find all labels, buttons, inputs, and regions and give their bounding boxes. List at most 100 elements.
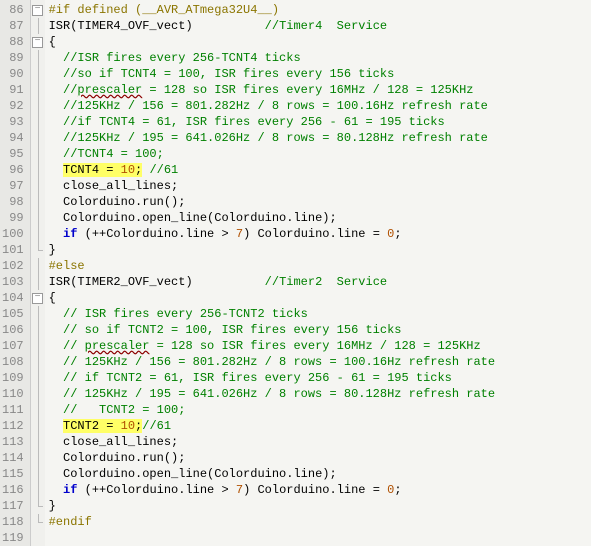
code-line[interactable]: // so if TCNT2 = 100, ISR fires every 15… <box>49 322 587 338</box>
line-number: 102 <box>2 258 24 274</box>
code-line[interactable]: // TCNT2 = 100; <box>49 402 587 418</box>
fold-guide <box>31 498 45 514</box>
fold-guide <box>31 466 45 482</box>
code-line[interactable]: //125KHz / 156 = 801.282Hz / 8 rows = 10… <box>49 98 587 114</box>
line-number-gutter: 8687888990919293949596979899100101102103… <box>0 0 31 546</box>
code-line[interactable]: Colorduino.open_line(Colorduino.line); <box>49 466 587 482</box>
line-number: 90 <box>2 66 24 82</box>
fold-guide <box>31 338 45 354</box>
line-number: 86 <box>2 2 24 18</box>
code-editor: 8687888990919293949596979899100101102103… <box>0 0 591 546</box>
code-line[interactable]: Colorduino.open_line(Colorduino.line); <box>49 210 587 226</box>
fold-guide <box>31 210 45 226</box>
line-number: 91 <box>2 82 24 98</box>
line-number: 97 <box>2 178 24 194</box>
fold-guide <box>31 162 45 178</box>
line-number: 105 <box>2 306 24 322</box>
code-line[interactable]: #else <box>49 258 587 274</box>
line-number: 112 <box>2 418 24 434</box>
fold-guide <box>31 402 45 418</box>
line-number: 106 <box>2 322 24 338</box>
code-line[interactable]: { <box>49 290 587 306</box>
line-number: 100 <box>2 226 24 242</box>
line-number: 108 <box>2 354 24 370</box>
line-number: 95 <box>2 146 24 162</box>
code-line[interactable]: close_all_lines; <box>49 434 587 450</box>
line-number: 88 <box>2 34 24 50</box>
line-number: 116 <box>2 482 24 498</box>
code-line[interactable]: #endif <box>49 514 587 530</box>
line-number: 113 <box>2 434 24 450</box>
fold-guide <box>31 482 45 498</box>
fold-guide <box>31 114 45 130</box>
line-number: 115 <box>2 466 24 482</box>
fold-guide <box>31 226 45 242</box>
line-number: 119 <box>2 530 24 546</box>
fold-guide <box>31 50 45 66</box>
fold-guide <box>31 130 45 146</box>
fold-guide <box>31 242 45 258</box>
fold-guide <box>31 306 45 322</box>
fold-guide <box>31 450 45 466</box>
fold-guide <box>31 98 45 114</box>
code-line[interactable]: //ISR fires every 256-TCNT4 ticks <box>49 50 587 66</box>
code-line[interactable]: //so if TCNT4 = 100, ISR fires every 156… <box>49 66 587 82</box>
code-line[interactable]: // 125KHz / 195 = 641.026Hz / 8 rows = 8… <box>49 386 587 402</box>
code-line[interactable]: Colorduino.run(); <box>49 194 587 210</box>
line-number: 110 <box>2 386 24 402</box>
code-area[interactable]: #if defined (__AVR_ATmega32U4__)ISR(TIME… <box>45 0 591 546</box>
fold-column[interactable] <box>31 0 45 546</box>
line-number: 111 <box>2 402 24 418</box>
code-line[interactable]: if (++Colorduino.line > 7) Colorduino.li… <box>49 482 587 498</box>
fold-guide <box>31 274 45 290</box>
code-line[interactable]: // if TCNT2 = 61, ISR fires every 256 - … <box>49 370 587 386</box>
fold-toggle-icon[interactable] <box>31 2 45 18</box>
fold-guide <box>31 370 45 386</box>
code-line[interactable]: } <box>49 242 587 258</box>
fold-guide <box>31 178 45 194</box>
line-number: 118 <box>2 514 24 530</box>
fold-toggle-icon[interactable] <box>31 290 45 306</box>
line-number: 104 <box>2 290 24 306</box>
fold-guide <box>31 258 45 274</box>
fold-guide <box>31 354 45 370</box>
code-line[interactable]: //TCNT4 = 100; <box>49 146 587 162</box>
line-number: 103 <box>2 274 24 290</box>
code-line[interactable]: close_all_lines; <box>49 178 587 194</box>
code-line[interactable]: } <box>49 498 587 514</box>
fold-guide <box>31 514 45 530</box>
code-line[interactable]: { <box>49 34 587 50</box>
line-number: 117 <box>2 498 24 514</box>
fold-guide <box>31 434 45 450</box>
code-line[interactable]: TCNT4 = 10; //61 <box>49 162 587 178</box>
line-number: 109 <box>2 370 24 386</box>
line-number: 92 <box>2 98 24 114</box>
line-number: 94 <box>2 130 24 146</box>
code-line[interactable]: #if defined (__AVR_ATmega32U4__) <box>49 2 587 18</box>
fold-toggle-icon[interactable] <box>31 34 45 50</box>
line-number: 99 <box>2 210 24 226</box>
code-line[interactable]: // 125KHz / 156 = 801.282Hz / 8 rows = 1… <box>49 354 587 370</box>
fold-guide <box>31 386 45 402</box>
code-line[interactable]: ISR(TIMER4_OVF_vect) //Timer4 Service <box>49 18 587 34</box>
fold-guide <box>31 18 45 34</box>
fold-guide <box>31 418 45 434</box>
line-number: 114 <box>2 450 24 466</box>
code-line[interactable]: //if TCNT4 = 61, ISR fires every 256 - 6… <box>49 114 587 130</box>
code-line[interactable]: if (++Colorduino.line > 7) Colorduino.li… <box>49 226 587 242</box>
fold-guide <box>31 146 45 162</box>
code-line[interactable] <box>49 530 587 546</box>
fold-guide <box>31 82 45 98</box>
code-line[interactable]: //125KHz / 195 = 641.026Hz / 8 rows = 80… <box>49 130 587 146</box>
code-line[interactable]: // prescaler = 128 so ISR fires every 16… <box>49 338 587 354</box>
line-number: 89 <box>2 50 24 66</box>
line-number: 98 <box>2 194 24 210</box>
fold-guide <box>31 530 45 546</box>
line-number: 96 <box>2 162 24 178</box>
code-line[interactable]: // ISR fires every 256-TCNT2 ticks <box>49 306 587 322</box>
code-line[interactable]: //prescaler = 128 so ISR fires every 16M… <box>49 82 587 98</box>
code-line[interactable]: TCNT2 = 10;//61 <box>49 418 587 434</box>
code-line[interactable]: Colorduino.run(); <box>49 450 587 466</box>
fold-guide <box>31 194 45 210</box>
code-line[interactable]: ISR(TIMER2_OVF_vect) //Timer2 Service <box>49 274 587 290</box>
